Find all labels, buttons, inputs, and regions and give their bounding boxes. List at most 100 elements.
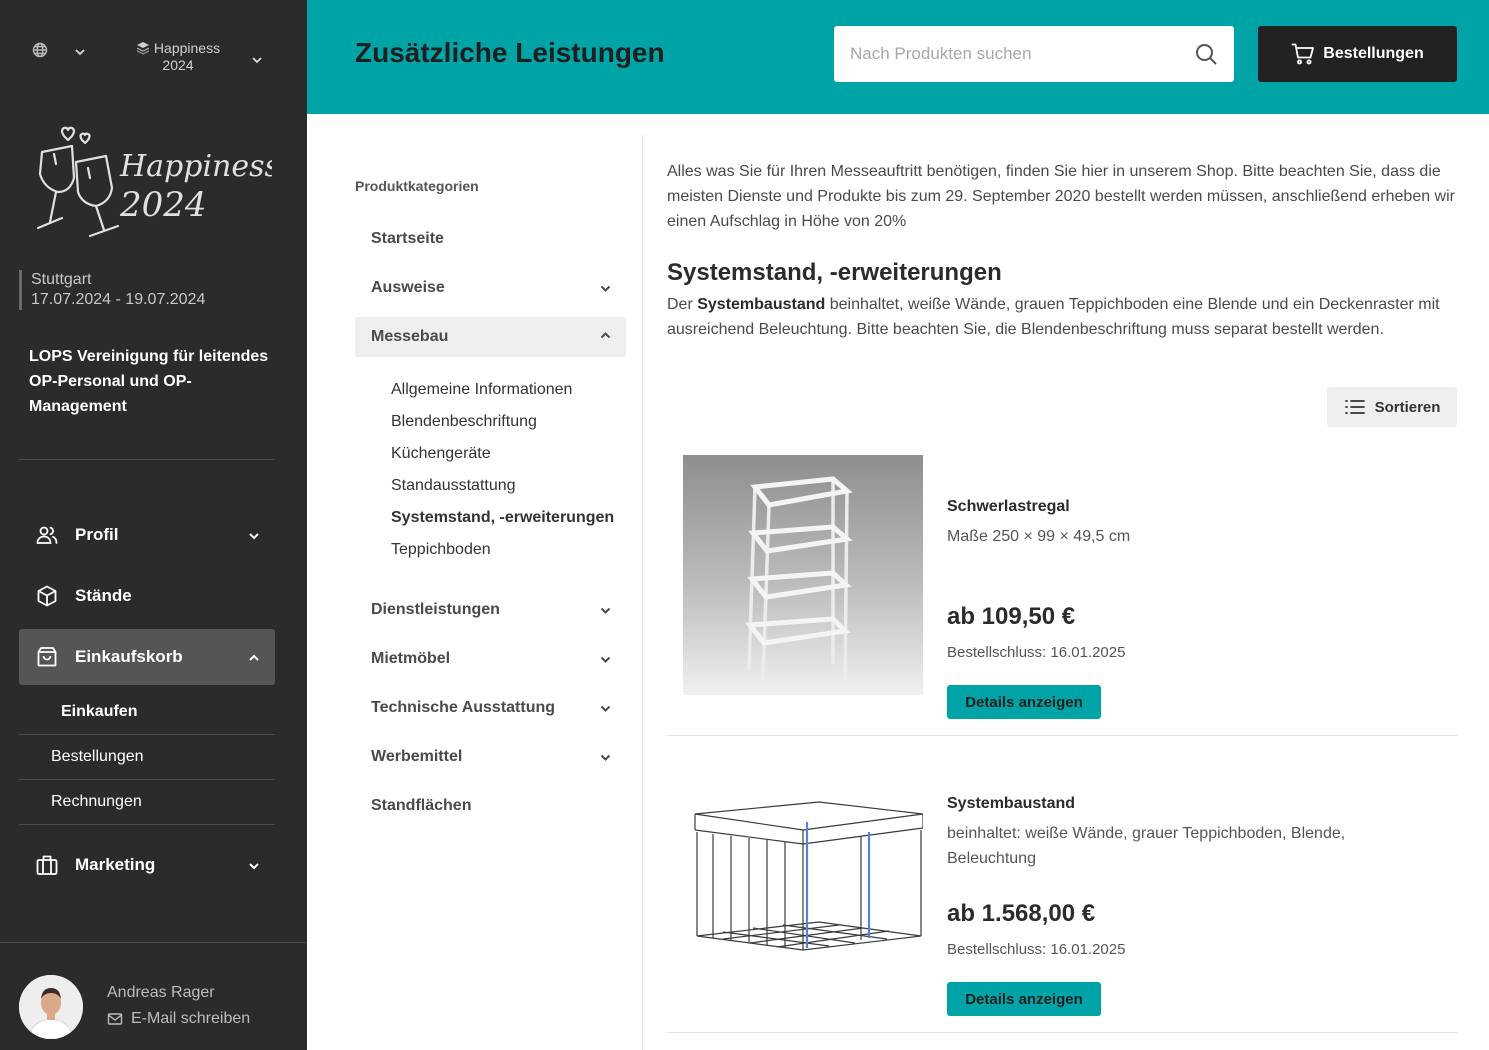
avatar-image xyxy=(19,975,83,1039)
sort-button[interactable]: Sortieren xyxy=(1327,387,1457,427)
subcategory-fascia-lettering[interactable]: Blendenbeschriftung xyxy=(391,413,537,431)
category-label: Ausweise xyxy=(371,279,445,296)
nav-item-stands[interactable]: Stände xyxy=(19,568,275,624)
category-floor-space[interactable]: Standflächen xyxy=(355,786,626,826)
search-box xyxy=(834,26,1234,82)
product-name: Systembaustand xyxy=(947,795,1076,812)
category-label: Standflächen xyxy=(371,797,472,814)
event-year: 2024 xyxy=(162,57,194,73)
section-title: Systemstand, -erweiterungen xyxy=(667,259,1002,286)
product-card: Schwerlastregal Maße 250 × 99 × 49,5 cm … xyxy=(667,451,1457,736)
event-dates: 17.07.2024 - 19.07.2024 xyxy=(31,291,206,308)
category-stand-building[interactable]: Messebau xyxy=(355,317,626,357)
chevron-down-icon[interactable] xyxy=(74,46,86,58)
category-label: Werbemittel xyxy=(371,748,463,765)
product-name: Schwerlastregal xyxy=(947,498,1070,515)
orders-button[interactable]: Bestellungen xyxy=(1258,26,1457,82)
search-icon[interactable] xyxy=(1194,42,1218,66)
category-label: Mietmöbel xyxy=(371,650,451,667)
subcategory-system-stand[interactable]: Systemstand, -erweiterungen xyxy=(391,509,614,527)
nav-item-cart[interactable]: Einkaufskorb xyxy=(19,629,275,685)
users-icon xyxy=(36,526,58,544)
section-desc-bold: Systembaustand xyxy=(697,296,826,313)
category-furniture[interactable]: Mietmöbel xyxy=(355,639,626,679)
category-badges[interactable]: Ausweise xyxy=(355,268,626,308)
categories-title: Produktkategorien xyxy=(355,178,479,194)
chevron-down-icon xyxy=(600,607,611,614)
category-label: Messebau xyxy=(371,328,449,345)
details-button[interactable]: Details anzeigen xyxy=(947,982,1101,1016)
details-button[interactable]: Details anzeigen xyxy=(947,685,1101,719)
subcategory-general-info[interactable]: Allgemeine Informationen xyxy=(391,381,572,399)
event-switcher[interactable]: Happiness 2024 xyxy=(128,40,228,74)
nav-label-marketing: Marketing xyxy=(75,855,156,874)
chevron-up-icon xyxy=(600,332,611,339)
sub-item-invoices[interactable]: Rechnungen xyxy=(19,780,275,825)
organization-name: LOPS Vereinigung für leitendes OP-Person… xyxy=(29,348,269,415)
category-label: Startseite xyxy=(371,230,444,247)
chevron-down-icon xyxy=(600,705,611,712)
nav-label-cart: Einkaufskorb xyxy=(75,647,183,666)
nav-item-profile[interactable]: Profil xyxy=(19,507,275,563)
page-title: Zusätzliche Leistungen xyxy=(355,37,665,68)
column-divider xyxy=(642,135,643,1050)
mail-link-label: E-Mail schreiben xyxy=(131,1010,251,1027)
box-icon xyxy=(37,585,57,607)
category-home[interactable]: Startseite xyxy=(355,219,626,259)
event-location: Stuttgart xyxy=(31,271,92,288)
product-price: ab 109,50 € xyxy=(947,603,1076,630)
sub-item-orders[interactable]: Bestellungen xyxy=(19,735,275,780)
product-deadline: Bestellschluss: 16.01.2025 xyxy=(947,644,1126,661)
product-price: ab 1.568,00 € xyxy=(947,900,1096,927)
category-label: Dienstleistungen xyxy=(371,601,500,618)
list-icon xyxy=(1344,400,1365,414)
chevron-up-icon xyxy=(249,654,259,661)
briefcase-icon xyxy=(36,855,58,875)
chevron-down-icon xyxy=(600,285,611,292)
globe-icon[interactable] xyxy=(32,42,48,58)
event-name: Happiness xyxy=(153,40,221,56)
chevron-down-icon[interactable] xyxy=(251,54,263,66)
chevron-down-icon xyxy=(249,533,259,540)
search-input[interactable] xyxy=(834,26,1234,82)
chevron-down-icon xyxy=(600,754,611,761)
intro-text: Alles was Sie für Ihren Messeauftritt be… xyxy=(667,163,1455,230)
sub-item-shop[interactable]: Einkaufen xyxy=(19,690,275,735)
product-description: beinhaltet: weiße Wände, grauer Teppichb… xyxy=(947,825,1346,867)
avatar xyxy=(19,975,83,1039)
section-desc-prefix: Der xyxy=(667,296,693,313)
nav-item-marketing[interactable]: Marketing xyxy=(19,837,275,893)
category-label: Technische Ausstattung xyxy=(371,699,556,716)
layers-icon xyxy=(136,42,149,55)
sidebar: Happiness 2024 Happiness 2024 Stuttgart … xyxy=(0,0,307,1050)
category-advertising[interactable]: Werbemittel xyxy=(355,737,626,777)
sidebar-divider xyxy=(19,459,275,460)
user-name: Andreas Rager xyxy=(107,984,215,1001)
nav-label-stands: Stände xyxy=(75,586,132,605)
shopping-bag-icon xyxy=(37,647,57,667)
svg-text:Happiness: Happiness xyxy=(119,149,272,184)
subcategory-kitchen-appliances[interactable]: Küchengeräte xyxy=(391,445,491,463)
product-image-shelf[interactable] xyxy=(683,455,923,695)
subcategory-carpet[interactable]: Teppichboden xyxy=(391,541,491,559)
chevron-down-icon xyxy=(249,863,259,870)
chevron-down-icon xyxy=(600,656,611,663)
svg-text:2024: 2024 xyxy=(119,185,207,225)
section-description: Der Systembaustand beinhaltet, weiße Wän… xyxy=(667,292,1462,342)
sort-button-label: Sortieren xyxy=(1374,398,1441,416)
mail-link[interactable]: E-Mail schreiben xyxy=(107,1010,250,1028)
event-logo: Happiness 2024 xyxy=(36,126,272,238)
orders-button-label: Bestellungen xyxy=(1323,45,1424,62)
header: Zusätzliche Leistungen Bestellungen xyxy=(307,0,1489,114)
shopping-cart-icon xyxy=(1291,43,1315,65)
event-meta: Stuttgart 17.07.2024 - 19.07.2024 xyxy=(19,270,205,310)
product-image-system-stand[interactable] xyxy=(683,752,923,992)
category-technical[interactable]: Technische Ausstattung xyxy=(355,688,626,728)
nav-label-profile: Profil xyxy=(75,525,119,544)
sidebar-footer-divider xyxy=(0,942,307,943)
subcategory-stand-equipment[interactable]: Standausstattung xyxy=(391,477,516,495)
product-deadline: Bestellschluss: 16.01.2025 xyxy=(947,941,1126,958)
category-services[interactable]: Dienstleistungen xyxy=(355,590,626,630)
product-card: Systembaustand beinhaltet: weiße Wände, … xyxy=(667,748,1457,1033)
product-description: Maße 250 × 99 × 49,5 cm xyxy=(947,528,1131,545)
